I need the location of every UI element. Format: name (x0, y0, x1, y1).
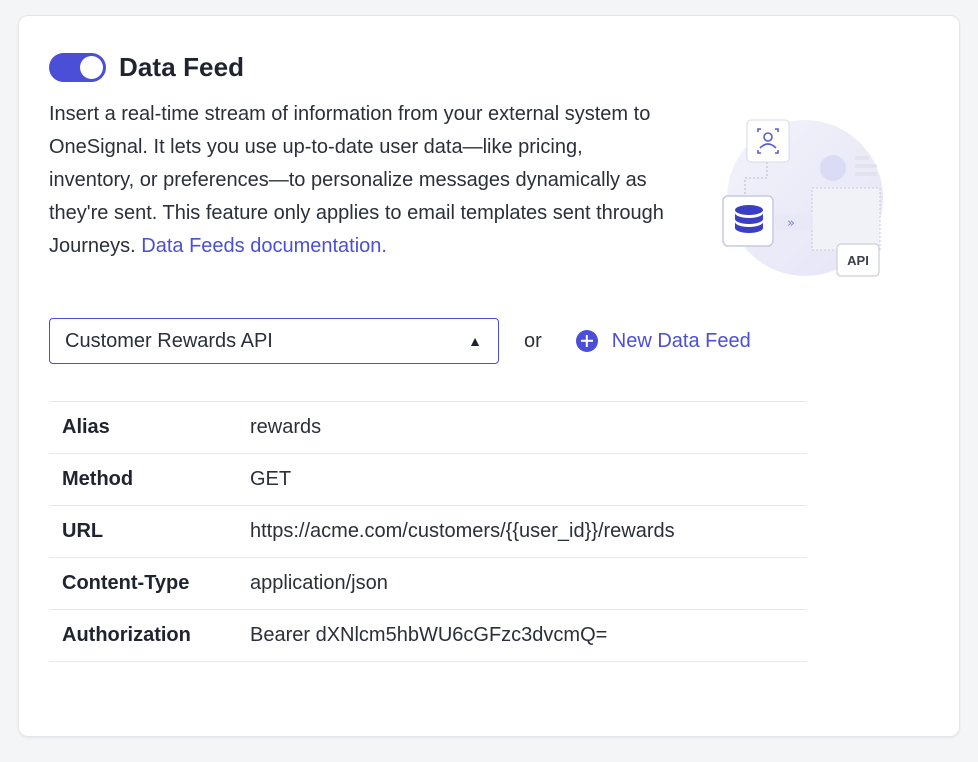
detail-key: Authorization (62, 624, 191, 646)
detail-key: Content-Type (62, 572, 190, 594)
detail-key: URL (62, 520, 104, 542)
database-icon (722, 195, 774, 247)
card-title: Data Feed (119, 52, 245, 82)
new-data-feed-button[interactable]: New Data Feed (575, 329, 751, 353)
feed-details-table: Alias rewards Method GET URL https://acm… (49, 401, 807, 662)
description-body: Insert a real-time stream of information… (49, 103, 664, 257)
detail-key: Alias (62, 416, 110, 438)
data-feed-toggle[interactable] (49, 53, 106, 82)
table-row: Alias rewards (49, 401, 807, 454)
avatar-placeholder (820, 155, 846, 181)
placeholder-line (855, 164, 877, 168)
caret-up-icon: ▲ (468, 333, 482, 349)
detail-value: https://acme.com/customers/{{user_id}}/r… (250, 520, 675, 542)
or-separator: or (524, 329, 542, 352)
data-feed-illustration: » API (722, 119, 883, 277)
double-arrow-icon: » (787, 216, 795, 231)
placeholder-line (855, 156, 869, 160)
plus-circle-icon (575, 330, 598, 352)
card-header: Data Feed (49, 52, 244, 83)
detail-value: rewards (250, 416, 322, 438)
detail-value: GET (250, 468, 292, 490)
detail-key: Method (62, 468, 134, 490)
table-row: URL https://acme.com/customers/{{user_id… (49, 505, 807, 558)
table-row: Authorization Bearer dXNlcm5hbWU6cGFzc3d… (49, 609, 807, 662)
description-text: Insert a real-time stream of information… (49, 98, 669, 263)
feed-select-row: Customer Rewards API ▲ or New Data Feed (49, 318, 751, 364)
detail-value: Bearer dXNlcm5hbWU6cGFzc3dvcmQ= (250, 624, 608, 646)
detail-value: application/json (250, 572, 388, 594)
api-badge: API (836, 243, 880, 277)
user-scan-icon (746, 119, 790, 163)
table-row: Method GET (49, 453, 807, 506)
placeholder-line (855, 172, 877, 176)
data-feed-card: Data Feed Insert a real-time stream of i… (18, 15, 960, 737)
toggle-knob (80, 56, 103, 79)
dashed-panel (811, 187, 881, 251)
new-data-feed-label: New Data Feed (611, 329, 751, 352)
table-row: Content-Type application/json (49, 557, 807, 610)
svg-text:API: API (847, 253, 869, 268)
data-feed-select[interactable]: Customer Rewards API ▲ (49, 318, 499, 364)
select-value: Customer Rewards API (65, 329, 273, 352)
documentation-link[interactable]: Data Feeds documentation. (141, 235, 387, 257)
